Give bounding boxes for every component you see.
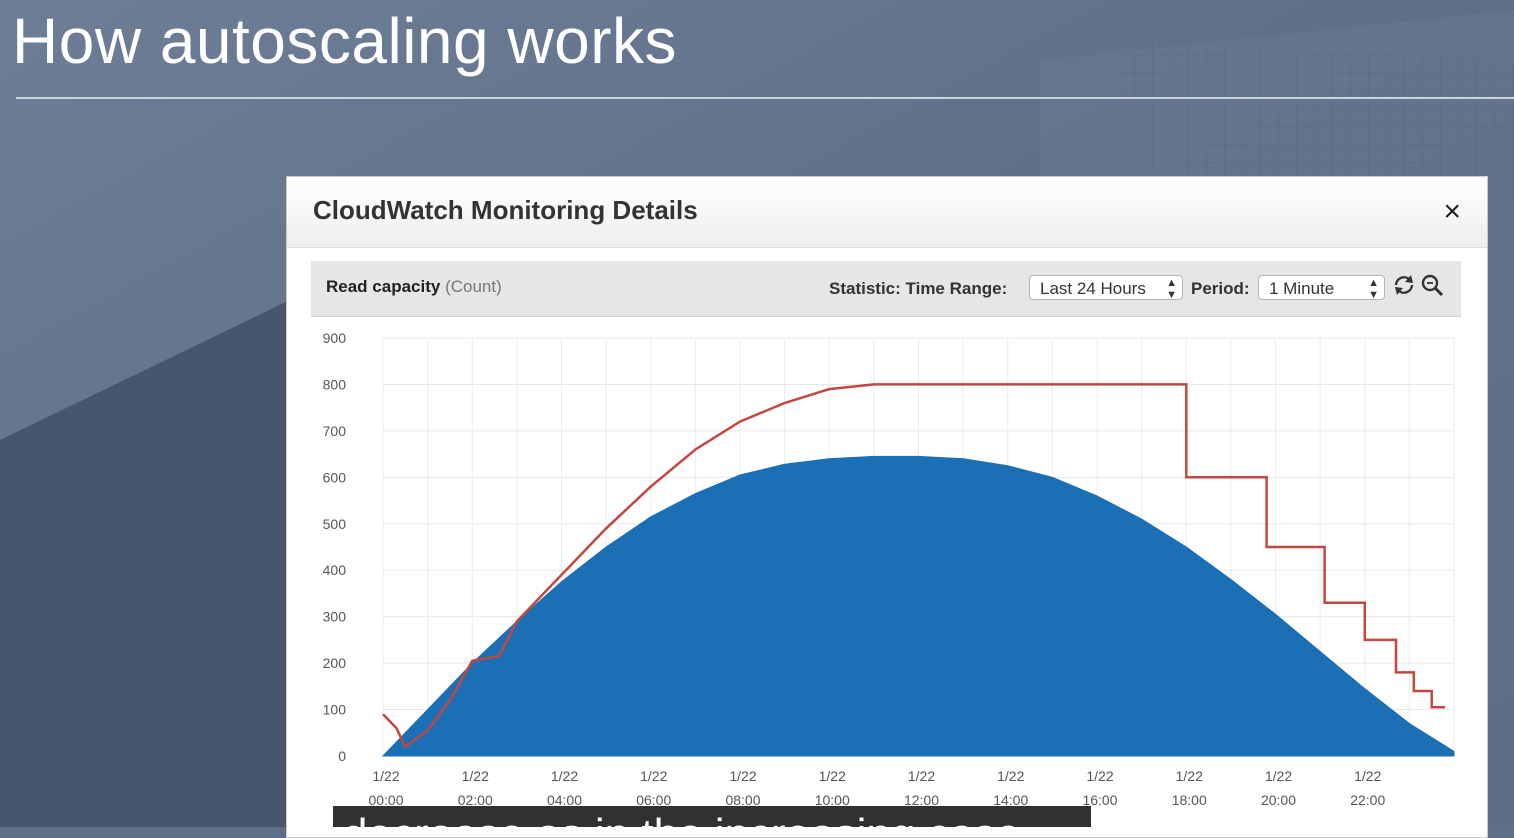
metric-name: Read capacity xyxy=(326,277,441,296)
select-arrows-icon: ▲ ▼ xyxy=(1368,277,1379,301)
read-capacity-chart: 0100200300400500600700800900 1/22 00:001/… xyxy=(323,330,1455,808)
x-tick-label: 1/22 00:00 xyxy=(368,768,403,808)
x-tick-label: 1/22 06:00 xyxy=(636,768,671,808)
statistic-time-range-label: Statistic: Time Range: xyxy=(829,279,1008,298)
x-tick-label: 1/22 14:00 xyxy=(993,768,1028,808)
slide-title: How autoscaling works xyxy=(12,5,677,77)
dialog-header: CloudWatch Monitoring Details × xyxy=(287,177,1487,248)
x-tick-label: 1/22 08:00 xyxy=(725,768,760,808)
x-tick-label: 1/22 16:00 xyxy=(1082,768,1117,808)
y-tick-label: 300 xyxy=(323,609,347,625)
y-tick-label: 800 xyxy=(323,376,347,392)
x-tick-label: 1/22 12:00 xyxy=(904,768,939,808)
x-axis-ticks: 1/22 00:00 1/22 02:00 1/22 04:00 1/22 06:00 1/22… xyxy=(368,768,1385,808)
x-tick-label: 1/22 20:00 xyxy=(1261,768,1296,808)
y-axis-ticks: 0 100 200 300 400 500 600 700 800 900 xyxy=(323,330,347,764)
title-divider xyxy=(16,97,1514,99)
chart-toolbar: Read capacity (Count) Statistic: Time Ra… xyxy=(311,261,1461,317)
zoom-icon[interactable] xyxy=(1419,272,1445,298)
video-caption: decrease as in the increasing case xyxy=(333,806,1091,827)
y-tick-label: 0 xyxy=(338,748,346,764)
refresh-icon[interactable] xyxy=(1391,272,1417,298)
y-tick-label: 500 xyxy=(323,516,347,532)
select-arrows-icon: ▲ ▼ xyxy=(1166,277,1177,301)
x-tick-label: 1/22 02:00 xyxy=(458,768,493,808)
x-tick-label: 1/22 10:00 xyxy=(815,768,850,808)
dialog-title: CloudWatch Monitoring Details xyxy=(313,195,698,225)
y-tick-label: 400 xyxy=(323,562,347,578)
caption-text: decrease as in the increasing case xyxy=(343,810,1021,827)
metric-title: Read capacity (Count) xyxy=(326,277,502,297)
y-tick-label: 600 xyxy=(323,469,347,485)
period-label: Period: xyxy=(1191,279,1250,298)
period-value: 1 Minute xyxy=(1269,279,1335,298)
x-tick-label: 1/22 22:00 xyxy=(1350,768,1385,808)
close-button[interactable]: × xyxy=(1443,194,1461,230)
y-tick-label: 200 xyxy=(323,655,347,671)
x-tick-label: 1/22 18:00 xyxy=(1172,768,1207,808)
period-select[interactable]: 1 Minute ▲ ▼ xyxy=(1258,275,1385,301)
y-tick-label: 100 xyxy=(323,702,347,718)
y-tick-label: 900 xyxy=(323,330,347,346)
time-range-select[interactable]: Last 24 Hours ▲ ▼ xyxy=(1029,275,1183,301)
x-tick-label: 1/22 04:00 xyxy=(547,768,582,808)
y-tick-label: 700 xyxy=(323,423,347,439)
metric-unit: (Count) xyxy=(445,277,502,296)
time-range-value: Last 24 Hours xyxy=(1040,279,1146,298)
